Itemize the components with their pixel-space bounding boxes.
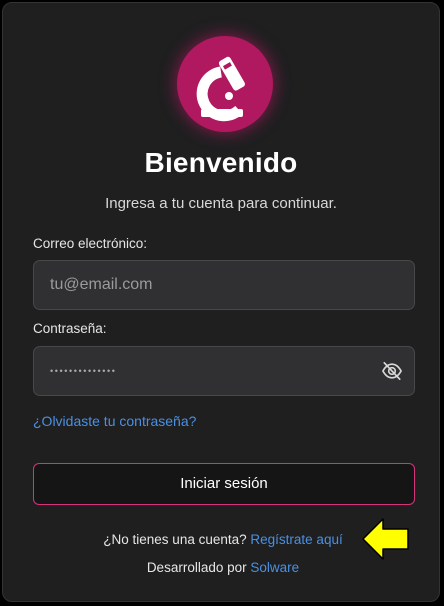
- microscope-c-icon: [196, 56, 245, 122]
- developer-credit: Desarrollado por Solware: [3, 560, 443, 575]
- password-field[interactable]: ••••••••••••••: [33, 346, 415, 396]
- email-placeholder: tu@email.com: [50, 276, 153, 293]
- page-title: Bienvenido: [144, 147, 298, 178]
- email-label: Correo electrónico:: [33, 236, 148, 251]
- email-field[interactable]: tu@email.com: [33, 260, 415, 310]
- login-button[interactable]: Iniciar sesión: [33, 463, 415, 505]
- page-subtitle: Ingresa a tu cuenta para continuar.: [105, 195, 337, 212]
- login-card: Bienvenido Ingresa a tu cuenta para cont…: [2, 2, 440, 602]
- password-label: Contraseña:: [33, 321, 107, 336]
- arrow-left-icon: [362, 518, 409, 560]
- password-masked-value: ••••••••••••••: [50, 366, 117, 376]
- register-link[interactable]: Regístrate aquí: [250, 532, 342, 547]
- forgot-password-link[interactable]: ¿Olvidaste tu contraseña?: [33, 413, 196, 429]
- credit-prefix: Desarrollado por: [146, 560, 247, 575]
- eye-off-icon[interactable]: [381, 361, 403, 381]
- logo: [177, 36, 273, 132]
- register-prompt-text: ¿No tienes una cuenta?: [103, 532, 247, 547]
- credit-link[interactable]: Solware: [250, 560, 299, 575]
